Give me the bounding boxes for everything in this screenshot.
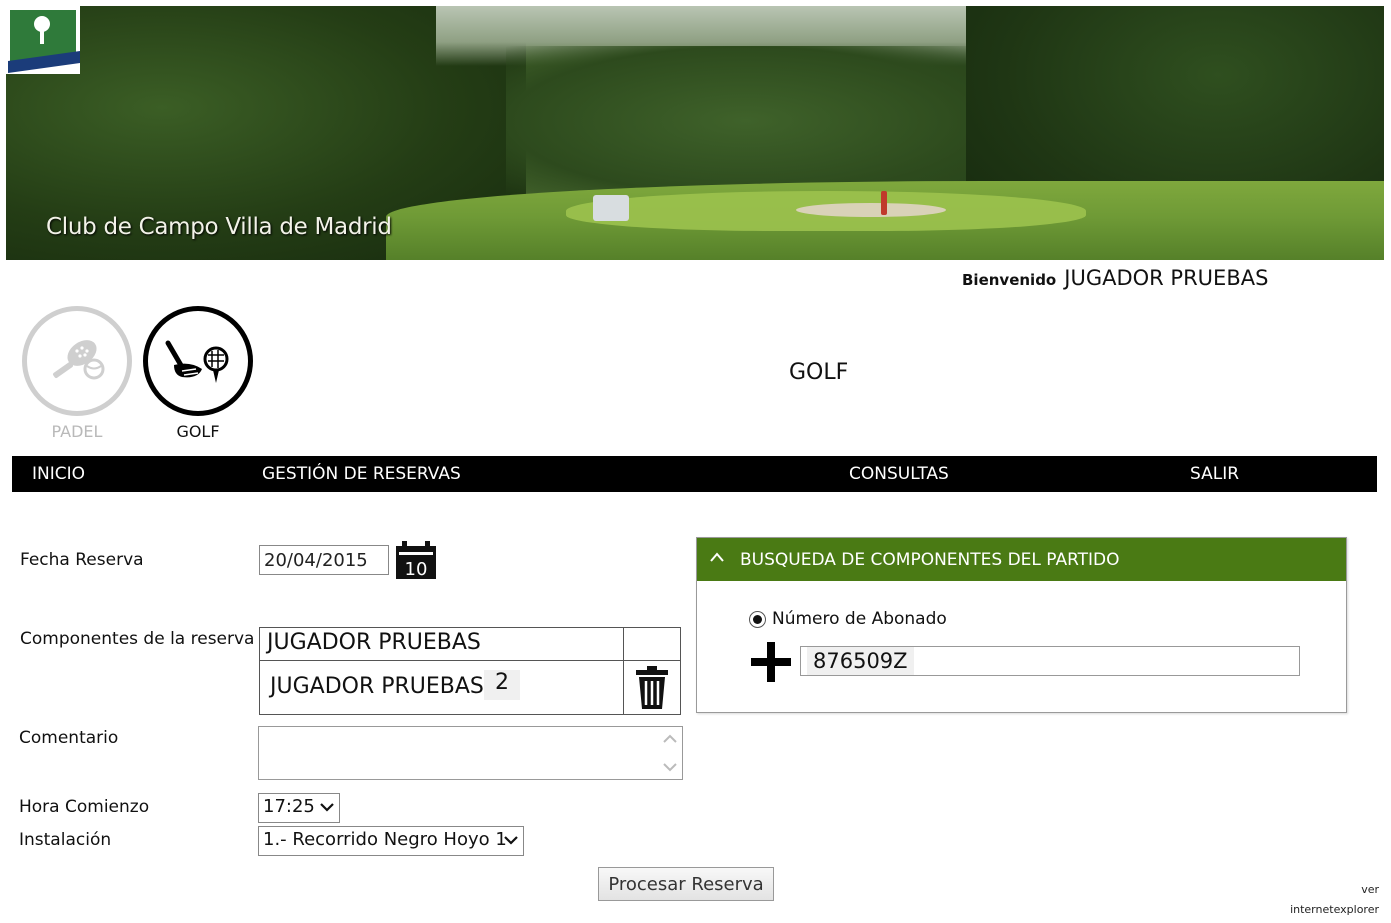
nav-inicio[interactable]: INICIO: [32, 464, 85, 484]
nav-consultas[interactable]: CONSULTAS: [849, 464, 949, 484]
browser-note-line1: ver: [1361, 883, 1379, 896]
browser-note: ver internetexplorer: [1290, 880, 1379, 920]
search-panel-title: BUSQUEDA DE COMPONENTES DEL PARTIDO: [740, 550, 1120, 570]
hora-select[interactable]: 17:25: [258, 793, 340, 823]
plus-icon: [751, 642, 791, 682]
instalacion-label: Instalación: [19, 830, 112, 850]
instalacion-select[interactable]: 1.- Recorrido Negro Hoyo 1: [258, 826, 524, 856]
componente-1-name: JUGADOR PRUEBAS: [267, 630, 481, 655]
chevron-down-icon: [320, 803, 334, 812]
numero-abonado-radio[interactable]: [749, 611, 766, 628]
instalacion-value: 1.- Recorrido Negro Hoyo 1: [263, 829, 507, 850]
sport-golf-label: GOLF: [176, 422, 220, 441]
sport-padel[interactable]: PADEL: [22, 306, 132, 441]
sport-padel-label: PADEL: [51, 422, 103, 441]
textarea-scrollbar[interactable]: [660, 729, 680, 777]
user-name: JUGADOR PRUEBAS: [1064, 266, 1269, 290]
procesar-reserva-button[interactable]: Procesar Reserva: [598, 867, 774, 901]
nav-gestion-reservas[interactable]: GESTIÓN DE RESERVAS: [262, 464, 461, 484]
componente-2-number: 2: [484, 670, 520, 700]
hora-value: 17:25: [263, 796, 315, 817]
chevron-down-icon: [504, 836, 518, 845]
chevron-up-icon[interactable]: [709, 551, 725, 563]
componentes-label: Componentes de la reserva: [20, 629, 255, 649]
search-panel-header[interactable]: BUSQUEDA DE COMPONENTES DEL PARTIDO: [697, 538, 1346, 581]
nav-salir[interactable]: SALIR: [1190, 464, 1239, 484]
club-logo[interactable]: [6, 6, 80, 74]
fecha-label: Fecha Reserva: [20, 550, 144, 570]
add-component-button[interactable]: [749, 640, 793, 684]
padel-racket-icon: [22, 306, 132, 416]
header-banner: Club de Campo Villa de Madrid: [6, 6, 1384, 260]
comentario-label: Comentario: [19, 728, 119, 748]
hora-label: Hora Comienzo: [19, 797, 150, 817]
numero-abonado-label: Número de Abonado: [772, 609, 947, 629]
search-panel: BUSQUEDA DE COMPONENTES DEL PARTIDO Núme…: [696, 537, 1347, 713]
abonado-value: 876509Z: [807, 647, 914, 675]
componente-2-name: JUGADOR PRUEBAS: [270, 674, 484, 699]
club-title: Club de Campo Villa de Madrid: [46, 214, 392, 240]
calendar-icon[interactable]: 10: [394, 540, 438, 580]
golf-club-icon: [143, 306, 253, 416]
browser-note-line2: internetexplorer: [1290, 903, 1379, 916]
comentario-textarea[interactable]: [258, 726, 683, 780]
main-nav: INICIO GESTIÓN DE RESERVAS CONSULTAS SAL…: [12, 456, 1377, 492]
welcome-message: Bienvenido JUGADOR PRUEBAS: [962, 266, 1268, 290]
welcome-label: Bienvenido: [962, 271, 1057, 289]
trash-icon[interactable]: [632, 666, 672, 710]
sport-golf[interactable]: GOLF: [143, 306, 253, 441]
componentes-table: JUGADOR PRUEBAS JUGADOR PRUEBAS 2: [259, 627, 681, 715]
calendar-day: 10: [405, 559, 428, 580]
section-title: GOLF: [789, 360, 849, 385]
abonado-input[interactable]: 876509Z: [800, 646, 1300, 676]
fecha-input[interactable]: [259, 545, 389, 575]
